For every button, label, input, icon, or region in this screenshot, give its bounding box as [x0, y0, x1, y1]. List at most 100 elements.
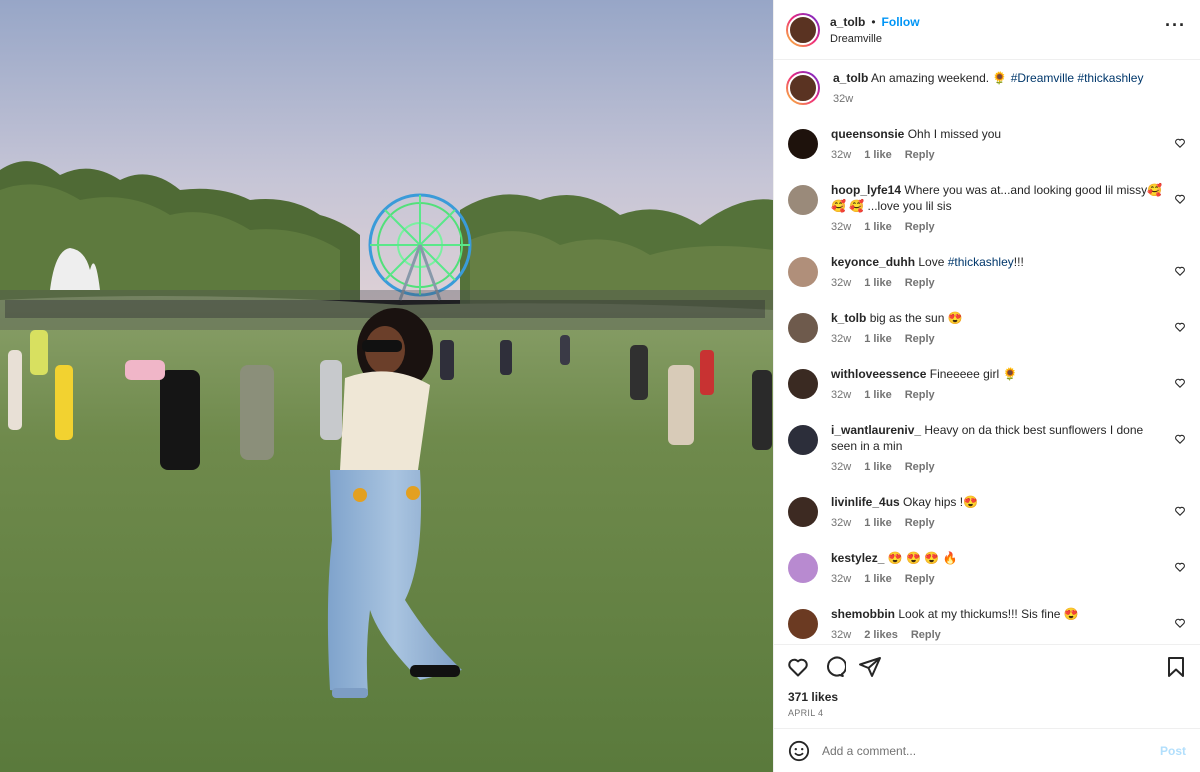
caption-username[interactable]: a_tolb [833, 71, 868, 85]
comment-text: Fineeeee girl 🌻 [929, 367, 1018, 381]
comment-text: Ohh I missed you [907, 127, 1002, 141]
comment-like-heart-icon[interactable] [1174, 137, 1186, 149]
comment-item: withloveessence Fineeeee girl 🌻 32w 1 like… [786, 366, 1188, 422]
comment-hashtag[interactable]: #thickashley [948, 255, 1014, 269]
commenter-username[interactable]: kestylez_ [831, 551, 884, 565]
comment-text: 😍 😍 😍 🔥 [887, 551, 958, 565]
reply-button[interactable]: Reply [905, 517, 935, 529]
commenter-username[interactable]: hoop_lyfe14 [831, 183, 901, 197]
commenter-username[interactable]: i_wantlaureniv_ [831, 423, 921, 437]
comments-list[interactable]: a_tolb An amazing weekend. 🌻 #Dreamville… [774, 60, 1200, 644]
commenter-avatar[interactable] [788, 369, 818, 399]
commenter-avatar[interactable] [788, 609, 818, 639]
post-header: a_tolb • Follow Dreamville ··· [774, 0, 1200, 60]
comment-likes[interactable]: 1 like [864, 517, 892, 529]
reply-button[interactable]: Reply [905, 389, 935, 401]
comment-time: 32w [831, 149, 852, 161]
caption-avatar[interactable] [786, 71, 820, 105]
post-photo[interactable] [0, 0, 773, 772]
comment-item: kestylez_ 😍 😍 😍 🔥 32w 1 like Reply [786, 550, 1188, 606]
comment-input[interactable] [822, 743, 1160, 758]
reply-button[interactable]: Reply [911, 629, 941, 641]
heart-icon[interactable] [786, 655, 810, 679]
comment-time: 32w [831, 461, 852, 473]
commenter-avatar[interactable] [788, 257, 818, 287]
comment-item: queensonsie Ohh I missed you 32w 1 like Rep… [786, 126, 1188, 182]
commenter-username[interactable]: k_tolb [831, 311, 866, 325]
reply-button[interactable]: Reply [905, 461, 935, 473]
comment-likes[interactable]: 1 like [864, 333, 892, 345]
hashtag-thickashley[interactable]: #thickashley [1077, 71, 1143, 85]
reply-button[interactable]: Reply [905, 573, 935, 585]
post-panel: a_tolb • Follow Dreamville ··· a_tolb An… [773, 0, 1200, 772]
comment-likes[interactable]: 1 like [864, 221, 892, 233]
comment-likes[interactable]: 1 like [864, 573, 892, 585]
comment-like-heart-icon[interactable] [1174, 193, 1186, 205]
caption-time: 32w [833, 93, 854, 105]
follow-button[interactable]: Follow [882, 15, 920, 29]
comment-item: keyonce_duhh Love #thickashley!!! 32w 1 li… [786, 254, 1188, 310]
caption-text: An amazing weekend. [871, 71, 993, 85]
comment-like-heart-icon[interactable] [1174, 265, 1186, 277]
comment-like-heart-icon[interactable] [1174, 561, 1186, 573]
comment-like-heart-icon[interactable] [1174, 617, 1186, 629]
commenter-avatar[interactable] [788, 129, 818, 159]
comment-text-after: !!! [1013, 255, 1024, 269]
author-username[interactable]: a_tolb [830, 15, 865, 29]
commenter-username[interactable]: queensonsie [831, 127, 904, 141]
bookmark-icon[interactable] [1164, 655, 1188, 679]
comment-time: 32w [831, 629, 852, 641]
comment-time: 32w [831, 573, 852, 585]
comment-text: big as the sun 😍 [869, 311, 963, 325]
comment-time: 32w [831, 389, 852, 401]
likes-count[interactable]: 371 likes [774, 688, 1200, 706]
festival-photo [0, 0, 773, 772]
comment-item: i_wantlaureniv_ Heavy on da thick best s… [786, 422, 1188, 494]
post-date: APRIL 4 [788, 708, 824, 718]
reply-button[interactable]: Reply [905, 333, 935, 345]
commenter-avatar[interactable] [788, 185, 818, 215]
commenter-avatar[interactable] [788, 497, 818, 527]
comment-like-heart-icon[interactable] [1174, 321, 1186, 333]
comment-like-heart-icon[interactable] [1174, 505, 1186, 517]
commenter-avatar[interactable] [788, 313, 818, 343]
comment-likes[interactable]: 1 like [864, 277, 892, 289]
comment-time: 32w [831, 221, 852, 233]
comment-time: 32w [831, 333, 852, 345]
post-comment-button[interactable]: Post [1160, 744, 1186, 758]
comment-text: Okay hips !😍 [903, 495, 979, 509]
sunflower-emoji: 🌻 [992, 71, 1008, 85]
reply-button[interactable]: Reply [905, 277, 935, 289]
comment-likes[interactable]: 1 like [864, 461, 892, 473]
comment-item: hoop_lyfe14 Where you was at...and looki… [786, 182, 1188, 254]
comment-likes[interactable]: 1 like [864, 149, 892, 161]
share-icon[interactable] [858, 655, 882, 679]
comment-likes[interactable]: 1 like [864, 389, 892, 401]
more-icon[interactable]: ··· [1165, 15, 1186, 44]
comment-item: k_tolb big as the sun 😍 32w 1 like Reply [786, 310, 1188, 366]
commenter-avatar[interactable] [788, 425, 818, 455]
comment-item: livinlife_4us Okay hips !😍 32w 1 like Reply [786, 494, 1188, 550]
comment-item: shemobbin Look at my thickums!!! Sis fin… [786, 606, 1188, 644]
commenter-avatar[interactable] [788, 553, 818, 583]
separator-dot: • [871, 14, 876, 29]
comment-likes[interactable]: 2 likes [864, 629, 898, 641]
comment-time: 32w [831, 277, 852, 289]
comment-time: 32w [831, 517, 852, 529]
reply-button[interactable]: Reply [905, 149, 935, 161]
comment-text: Look at my thickums!!! Sis fine 😍 [898, 607, 1079, 621]
reply-button[interactable]: Reply [905, 221, 935, 233]
commenter-username[interactable]: withloveessence [831, 367, 926, 381]
action-bar [774, 644, 1200, 688]
author-avatar[interactable] [786, 12, 820, 47]
commenter-username[interactable]: livinlife_4us [831, 495, 900, 509]
comment-like-heart-icon[interactable] [1174, 377, 1186, 389]
comment-icon[interactable] [822, 655, 846, 679]
commenter-username[interactable]: shemobbin [831, 607, 895, 621]
comment-like-heart-icon[interactable] [1174, 433, 1186, 445]
comment-text: Love [918, 255, 948, 269]
hashtag-dreamville[interactable]: #Dreamville [1011, 71, 1074, 85]
commenter-username[interactable]: keyonce_duhh [831, 255, 915, 269]
location-link[interactable]: Dreamville [830, 33, 1165, 45]
smiley-icon[interactable] [788, 740, 810, 762]
